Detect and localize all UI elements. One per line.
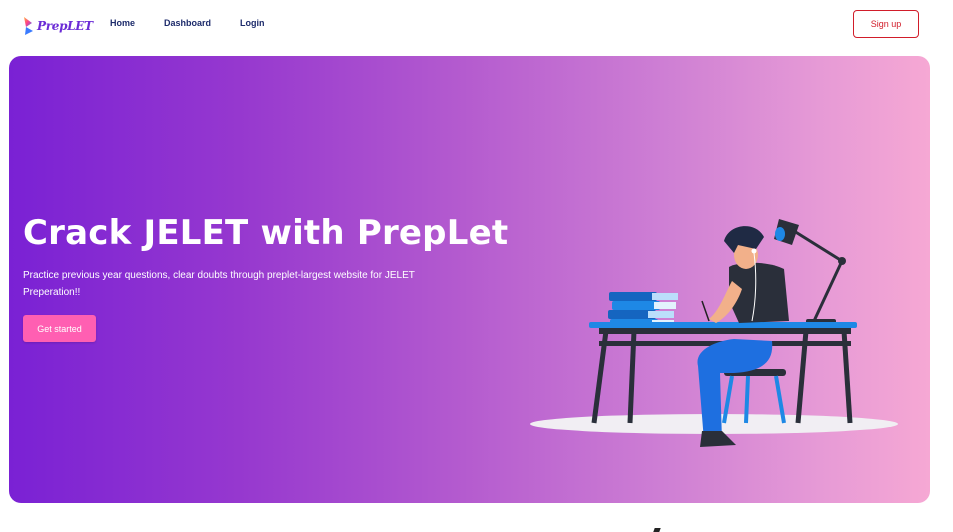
student-studying-illustration bbox=[530, 219, 898, 447]
nav-links: Home Dashboard Login bbox=[110, 18, 265, 28]
nav-home-link[interactable]: Home bbox=[110, 18, 135, 28]
hero-subtitle: Practice previous year questions, clear … bbox=[23, 270, 415, 298]
nav-login-link[interactable]: Login bbox=[240, 18, 265, 28]
student-figure bbox=[697, 226, 789, 447]
landing-page: PrepLET Home Dashboard Login Sign up Cra… bbox=[0, 0, 953, 532]
signup-button[interactable]: Sign up bbox=[853, 10, 919, 38]
get-started-button[interactable]: Get started bbox=[23, 315, 96, 342]
hero-title: Crack JELET with PrepLet bbox=[23, 213, 509, 253]
navbar: PrepLET Home Dashboard Login Sign up bbox=[0, 0, 953, 50]
nav-dashboard-link[interactable]: Dashboard bbox=[164, 18, 211, 28]
logo-icon bbox=[22, 15, 36, 37]
logo-wordmark: PrepLET bbox=[37, 19, 93, 33]
desk bbox=[589, 322, 857, 328]
hero-banner: Crack JELET with PrepLet Practice previo… bbox=[9, 56, 930, 503]
bottom-decoration bbox=[653, 528, 661, 532]
brand-logo[interactable]: PrepLET bbox=[22, 13, 93, 39]
